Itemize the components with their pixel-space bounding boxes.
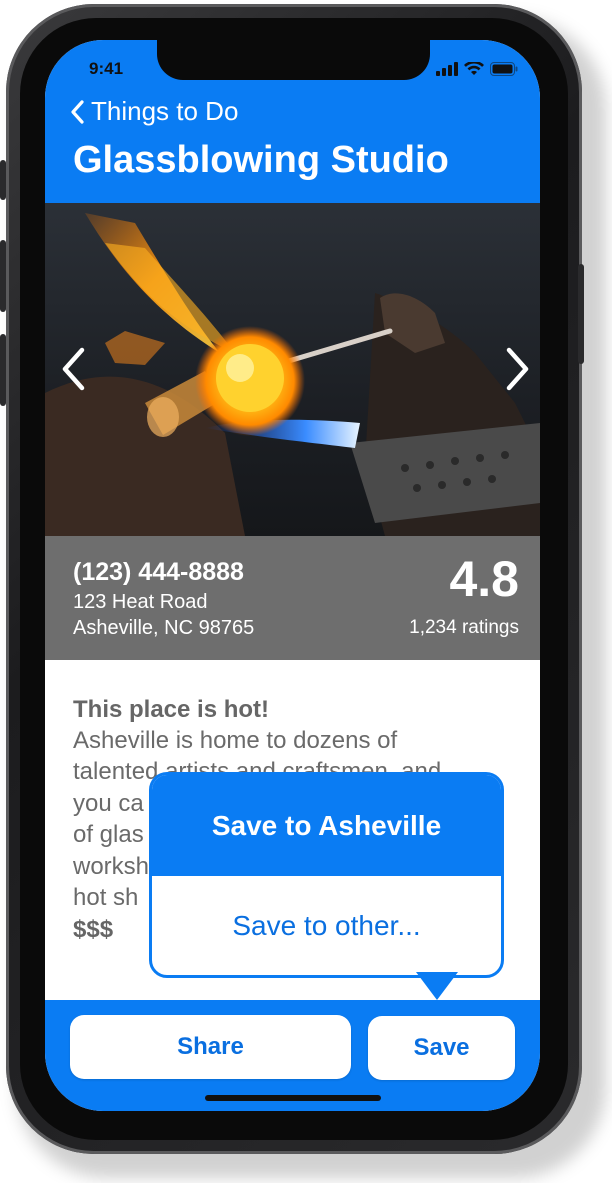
address-line-1: 123 Heat Road [73, 591, 208, 613]
previous-photo-icon[interactable] [55, 344, 95, 394]
description-line: hot sh [73, 884, 139, 911]
next-photo-icon[interactable] [496, 344, 536, 394]
description-heading: This place is hot! [73, 696, 270, 723]
photo-carousel[interactable] [45, 203, 540, 536]
ratings-count: 1,234 ratings [409, 617, 519, 638]
description-line: you ca [73, 790, 144, 817]
action-footer: Share Save [45, 1000, 540, 1111]
description-line: worksh [73, 853, 150, 880]
description-line: of glas [73, 821, 144, 848]
volume-up-button [0, 240, 6, 312]
wifi-icon [464, 62, 484, 75]
back-label: Things to Do [91, 96, 239, 126]
page-title: Glassblowing Studio [73, 139, 449, 181]
rating-value: 4.8 [449, 551, 519, 607]
back-button[interactable]: Things to Do [69, 96, 238, 127]
address-line-2: Asheville, NC 98765 [73, 617, 255, 639]
save-popover: Save to Asheville Save to other... [149, 772, 504, 1000]
share-button[interactable]: Share [70, 1015, 351, 1079]
volume-down-button [0, 334, 6, 406]
description-line: Asheville is home to dozens of [73, 727, 398, 754]
status-time: 9:41 [89, 59, 124, 78]
notch [157, 40, 430, 80]
save-to-asheville-option[interactable]: Save to Asheville [152, 775, 501, 876]
power-button [578, 264, 584, 364]
phone-number[interactable]: (123) 444-8888 [73, 558, 244, 587]
save-to-other-option[interactable]: Save to other... [152, 876, 501, 975]
price-level: $$$ [73, 916, 114, 943]
chevron-left-icon [71, 99, 84, 124]
popover-pointer [416, 972, 458, 1000]
cellular-signal-icon [436, 62, 458, 76]
save-button[interactable]: Save [368, 1016, 515, 1080]
status-icons [436, 62, 518, 76]
home-indicator[interactable] [205, 1095, 381, 1101]
screen: 9:41 Things to Do Glassblowing Studio (1… [45, 40, 540, 1111]
side-button [0, 160, 6, 200]
contact-info-band: (123) 444-8888 123 Heat Road Asheville, … [45, 536, 540, 660]
glassblowing-photo [45, 203, 540, 536]
battery-icon [490, 62, 518, 76]
